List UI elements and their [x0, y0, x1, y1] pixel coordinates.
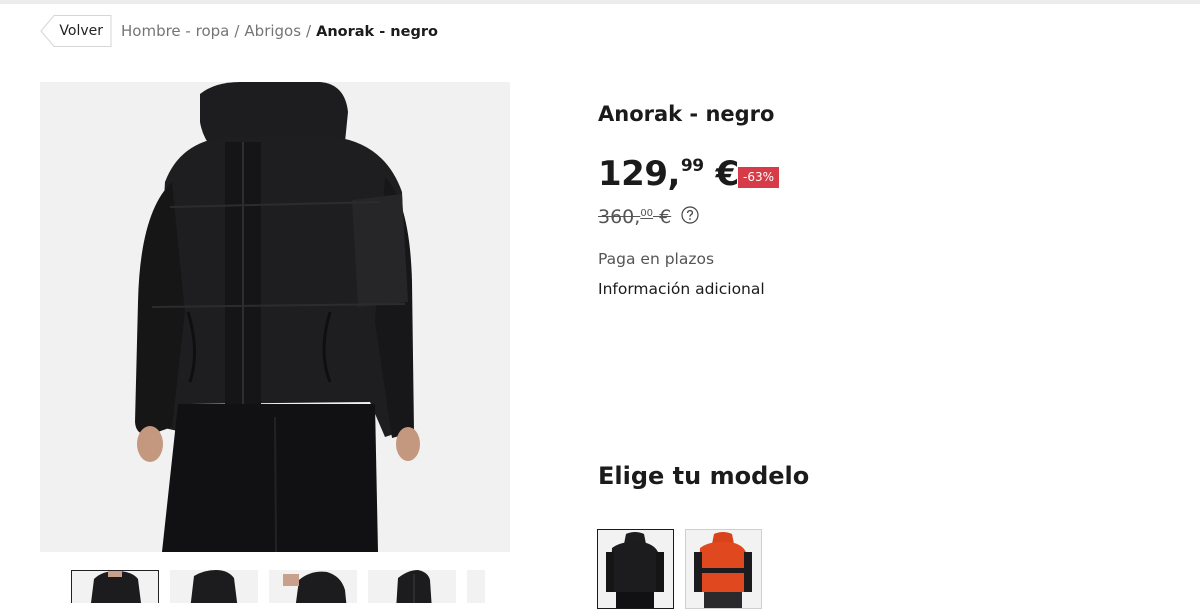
price-decimals: 99: [680, 156, 704, 176]
model-selector-title: Elige tu modelo: [598, 462, 810, 490]
price-currency: €: [715, 154, 740, 194]
jacket-photo: [40, 82, 510, 552]
back-button-label: Volver: [59, 23, 103, 39]
current-price: 129,99 €: [598, 154, 739, 194]
thumbnail-4[interactable]: [368, 570, 456, 603]
product-main-image[interactable]: [40, 82, 510, 552]
model-option-black[interactable]: [597, 529, 674, 609]
breadcrumb: Hombre - ropa / Abrigos / Anorak - negro: [121, 22, 438, 40]
back-button[interactable]: Volver: [40, 15, 112, 47]
thumbnail-5[interactable]: [467, 570, 485, 603]
model-option-orange[interactable]: [685, 529, 762, 609]
top-border: [0, 0, 1200, 4]
installments-text: Paga en plazos: [598, 250, 715, 268]
discount-badge: -63%: [738, 167, 780, 188]
breadcrumb-item-coats[interactable]: Abrigos: [244, 22, 301, 40]
thumbnail-3[interactable]: [269, 570, 357, 603]
thumbnail-1[interactable]: [71, 570, 159, 603]
product-title: Anorak - negro: [598, 102, 775, 126]
old-price-currency: €: [659, 206, 672, 228]
thumbnail-strip: [71, 570, 485, 603]
additional-info-link[interactable]: Información adicional: [598, 280, 765, 298]
breadcrumb-current: Anorak - negro: [316, 24, 438, 40]
help-icon[interactable]: [681, 206, 699, 224]
original-price: 360,00 €: [598, 206, 671, 228]
old-price-integer: 360,: [598, 206, 641, 228]
price-integer: 129,: [598, 154, 680, 194]
thumbnail-2[interactable]: [170, 570, 258, 603]
breadcrumb-item-men-clothing[interactable]: Hombre - ropa: [121, 22, 229, 40]
old-price-decimals: 00: [640, 208, 654, 219]
